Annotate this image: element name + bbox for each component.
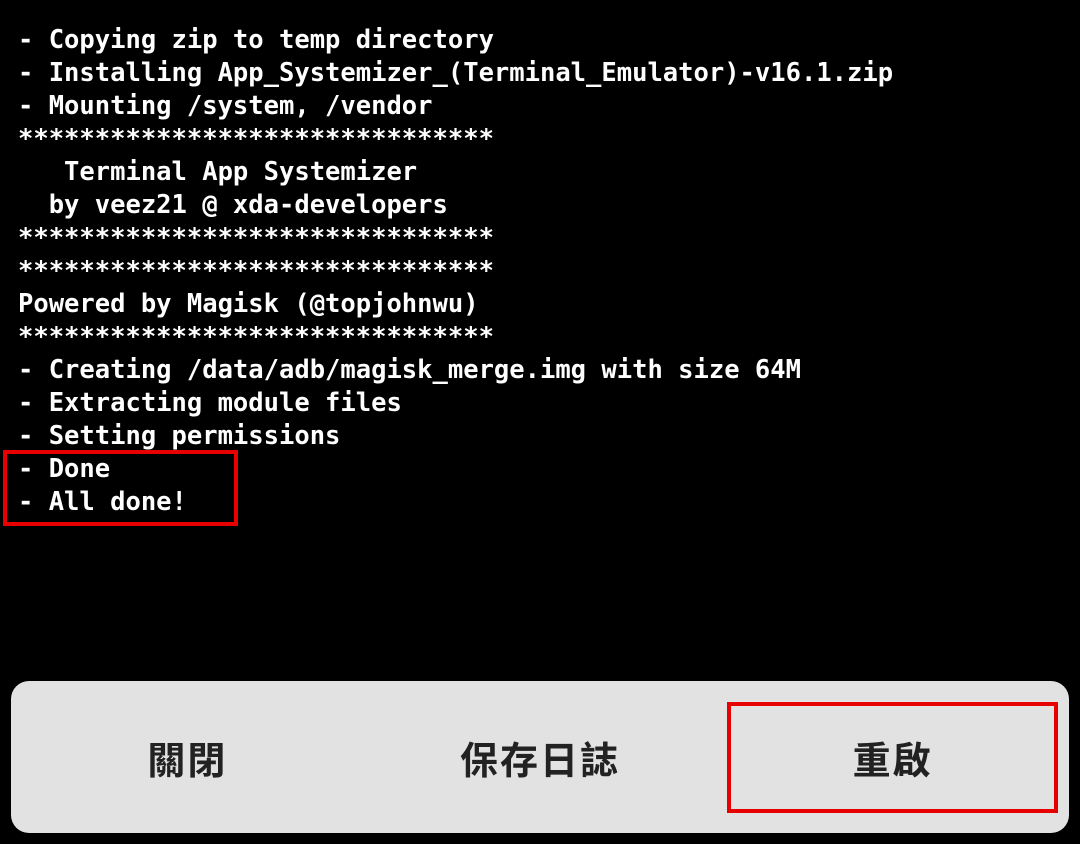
reboot-button[interactable]: 重啟 xyxy=(716,681,1069,833)
close-button[interactable]: 關閉 xyxy=(11,681,364,833)
save-log-button[interactable]: 保存日誌 xyxy=(364,681,717,833)
button-bar: 關閉 保存日誌 重啟 xyxy=(11,681,1069,833)
terminal-output: - Copying zip to temp directory - Instal… xyxy=(18,24,1062,519)
